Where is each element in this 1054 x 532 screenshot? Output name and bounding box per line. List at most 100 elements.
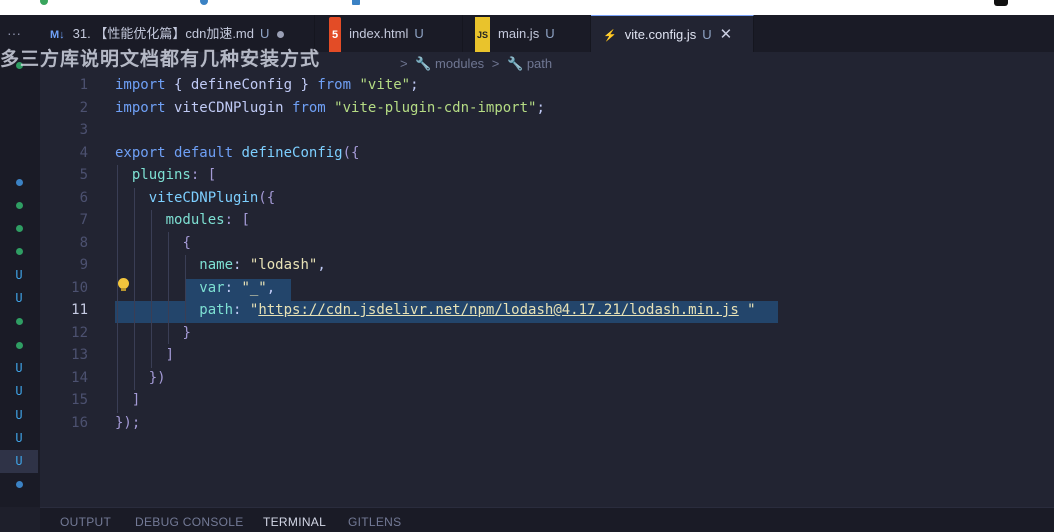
git-untracked-marker[interactable]: U bbox=[0, 450, 38, 474]
wrench-icon: 🔧 bbox=[415, 56, 432, 71]
code-line[interactable]: import { defineConfig } from "vite"; bbox=[115, 77, 419, 93]
code-token: name bbox=[199, 257, 234, 273]
code-line[interactable]: }) bbox=[115, 370, 166, 386]
code-token: : bbox=[233, 302, 250, 318]
code-token: defineConfig bbox=[241, 144, 343, 161]
code-token: default bbox=[174, 144, 234, 161]
panel-tab-terminal[interactable]: TERMINAL bbox=[263, 515, 326, 529]
breadcrumb-separator: > bbox=[491, 56, 500, 71]
code-token: plugins bbox=[131, 167, 191, 183]
breadcrumb-item-path[interactable]: path bbox=[527, 56, 552, 71]
close-icon[interactable]: ✕ bbox=[720, 26, 733, 43]
code-token: from bbox=[292, 99, 326, 116]
code-token: viteCDNPlugin bbox=[165, 99, 293, 116]
git-status-dot-icon[interactable] bbox=[0, 217, 38, 240]
code-token: }) bbox=[148, 369, 166, 386]
code-line[interactable]: } bbox=[115, 325, 190, 341]
status-dot-icon bbox=[15, 481, 23, 489]
code-token: from bbox=[317, 77, 352, 93]
line-number: 6 bbox=[79, 189, 88, 206]
html5-icon: 5 bbox=[329, 17, 342, 54]
code-line[interactable]: import viteCDNPlugin from "vite-plugin-c… bbox=[115, 100, 545, 116]
code-line[interactable]: ] bbox=[115, 347, 174, 363]
status-dot-icon bbox=[15, 318, 23, 326]
code-line[interactable]: plugins: [ bbox=[115, 167, 216, 183]
status-dot-icon bbox=[15, 341, 23, 349]
git-status-dot-icon[interactable] bbox=[0, 240, 38, 263]
code-line[interactable]: viteCDNPlugin({ bbox=[115, 190, 275, 206]
code-line[interactable]: var: "_", bbox=[115, 280, 275, 296]
code-token: var bbox=[199, 279, 225, 296]
git-status-dot-icon[interactable] bbox=[0, 473, 38, 496]
code-token: import bbox=[115, 77, 166, 93]
wrench-icon: 🔧 bbox=[507, 56, 524, 71]
window-control-icon[interactable] bbox=[994, 0, 1008, 6]
status-dot-icon bbox=[200, 0, 208, 5]
code-line[interactable]: export default defineConfig({ bbox=[115, 145, 359, 161]
code-token: ; bbox=[536, 99, 545, 116]
panel-tab-gitlens[interactable]: GITLENS bbox=[348, 515, 401, 529]
git-untracked-marker[interactable]: U bbox=[0, 287, 38, 310]
code-token: export bbox=[115, 144, 166, 161]
vite-icon: ⚡ bbox=[603, 30, 617, 42]
code-line[interactable]: path: "https://cdn.jsdelivr.net/npm/loda… bbox=[115, 302, 756, 318]
tab-main-js[interactable]: JS main.js U bbox=[463, 15, 591, 54]
code-token: : bbox=[224, 279, 242, 296]
breadcrumb-item-modules[interactable]: modules bbox=[435, 56, 484, 71]
javascript-icon: JS bbox=[475, 17, 491, 54]
code-token: defineConfig bbox=[190, 77, 293, 93]
code-line[interactable]: }); bbox=[115, 415, 140, 431]
code-line[interactable]: ] bbox=[115, 392, 140, 408]
panel-tab-debug-console[interactable]: DEBUG CONSOLE bbox=[135, 515, 244, 529]
tab-index-html[interactable]: 5 index.html U bbox=[315, 15, 463, 54]
git-status-badge: U bbox=[414, 26, 424, 41]
code-token: : [ bbox=[190, 167, 217, 183]
code-token: modules bbox=[165, 212, 225, 228]
line-number: 9 bbox=[79, 257, 88, 273]
git-untracked-marker[interactable]: U bbox=[0, 357, 38, 380]
code-token: ({ bbox=[258, 189, 276, 206]
code-token: " bbox=[738, 302, 756, 318]
git-status-badge: U bbox=[702, 27, 712, 42]
code-line[interactable]: modules: [ bbox=[115, 212, 250, 228]
git-untracked-marker[interactable]: U bbox=[0, 404, 38, 427]
code-line[interactable]: { bbox=[115, 234, 191, 251]
git-untracked-marker[interactable]: U bbox=[0, 264, 38, 287]
panel-tab-output[interactable]: OUTPUT bbox=[60, 515, 111, 529]
code-token: { bbox=[182, 234, 191, 251]
git-status-dot-icon[interactable] bbox=[0, 194, 38, 217]
code-token: }); bbox=[115, 414, 141, 431]
code-token: "lodash" bbox=[249, 257, 318, 273]
code-token: "vite" bbox=[359, 77, 411, 93]
code-token: "vite-plugin-cdn-import" bbox=[334, 99, 537, 116]
git-status-badge: U bbox=[545, 26, 555, 41]
line-number: 13 bbox=[71, 347, 88, 363]
git-status-dot-icon[interactable] bbox=[0, 334, 38, 357]
git-untracked-marker[interactable]: U bbox=[0, 427, 38, 450]
code-token: ({ bbox=[342, 144, 360, 161]
tab-vite-config[interactable]: ⚡ vite.config.js U ✕ bbox=[591, 15, 754, 52]
tab-label: index.html bbox=[349, 26, 409, 41]
status-dot-icon bbox=[15, 201, 23, 209]
bottom-panel-tabs: OUTPUT DEBUG CONSOLE TERMINAL GITLENS bbox=[40, 507, 1054, 532]
git-untracked-marker[interactable]: U bbox=[0, 380, 38, 403]
code-line[interactable]: name: "lodash", bbox=[115, 257, 326, 273]
code-token: ] bbox=[165, 347, 175, 363]
tab-label: 31. 【性能优化篇】cdn加速.md bbox=[72, 26, 254, 41]
line-number: 3 bbox=[79, 122, 88, 138]
code-token: , bbox=[317, 257, 326, 273]
code-token: ; bbox=[410, 77, 419, 93]
tab-label: main.js bbox=[498, 26, 540, 41]
git-status-dot-icon[interactable] bbox=[0, 171, 38, 194]
git-status-dot-icon[interactable] bbox=[0, 310, 38, 333]
line-number: 4 bbox=[79, 144, 88, 161]
git-status-badge: U bbox=[260, 26, 270, 41]
